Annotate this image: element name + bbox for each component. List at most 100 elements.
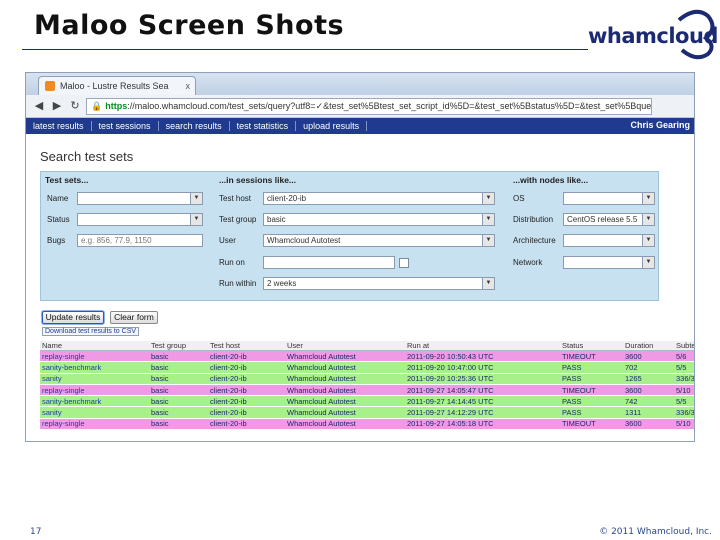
- architecture-label: Architecture: [513, 236, 556, 245]
- cell-user: Whamcloud Autotest: [285, 406, 405, 419]
- nav-test-sessions[interactable]: test sessions: [92, 121, 159, 131]
- results-table: Name Test group Test host User Run at St…: [40, 341, 694, 431]
- column-header[interactable]: Status: [560, 341, 623, 351]
- cell-group: basic: [149, 384, 208, 397]
- nav-latest-results[interactable]: latest results: [26, 121, 92, 131]
- column-header[interactable]: Test group: [149, 341, 208, 351]
- user-select[interactable]: Whamcloud Autotest ▼: [263, 234, 495, 247]
- cell-name[interactable]: replay-single: [40, 350, 149, 363]
- test-group-select[interactable]: basic ▼: [263, 213, 495, 226]
- test-host-select[interactable]: client-20-ib ▼: [263, 192, 495, 205]
- slide-title: Maloo Screen Shots: [34, 10, 345, 41]
- close-tab-icon[interactable]: x: [186, 81, 191, 91]
- forward-arrow-icon[interactable]: ▶: [50, 99, 64, 113]
- group-header-nodes: ...with nodes like...: [513, 175, 589, 185]
- cell-duration: 3600: [623, 418, 674, 431]
- name-select[interactable]: ▼: [77, 192, 203, 205]
- chevron-down-icon: ▼: [190, 193, 202, 204]
- cell-group: basic: [149, 395, 208, 408]
- table-row[interactable]: sanity basic client-20-ib Whamcloud Autotes…: [40, 406, 694, 419]
- cell-user: Whamcloud Autotest: [285, 418, 405, 431]
- cell-host: client-20-ib: [208, 350, 285, 363]
- cell-group: basic: [149, 350, 208, 363]
- cell-subtests: 5/5: [674, 395, 694, 408]
- cell-name[interactable]: replay-single: [40, 384, 149, 397]
- column-header[interactable]: User: [285, 341, 405, 351]
- column-header[interactable]: Duration: [623, 341, 674, 351]
- cell-host: client-20-ib: [208, 395, 285, 408]
- address-bar[interactable]: 🔒 https://maloo.whamcloud.com/test_sets/…: [86, 97, 652, 115]
- cell-group: basic: [149, 361, 208, 374]
- chevron-down-icon: ▼: [482, 235, 494, 246]
- chevron-down-icon: ▼: [642, 193, 654, 204]
- user-label: User: [219, 236, 236, 245]
- network-select[interactable]: ▼: [563, 256, 655, 269]
- test-group-value: basic: [267, 215, 286, 224]
- status-select[interactable]: ▼: [77, 213, 203, 226]
- cell-user: Whamcloud Autotest: [285, 384, 405, 397]
- table-row[interactable]: replay-single basic client-20-ib Whamcloud …: [40, 384, 694, 397]
- cell-name[interactable]: replay-single: [40, 418, 149, 431]
- browser-screenshot: Maloo - Lustre Results Sea x ◀ ▶ ↻ 🔒 htt…: [25, 72, 695, 442]
- chevron-down-icon: ▼: [642, 235, 654, 246]
- whamcloud-logo: whamcloud: [584, 4, 718, 60]
- group-header-test-sets: Test sets...: [45, 175, 89, 185]
- tab-title: Maloo - Lustre Results Sea: [60, 81, 169, 91]
- cell-name[interactable]: sanity-benchmark: [40, 361, 149, 374]
- chevron-down-icon: ▼: [642, 257, 654, 268]
- table-row[interactable]: sanity-benchmark basic client-20-ib Whamclo…: [40, 361, 694, 374]
- cell-name[interactable]: sanity: [40, 373, 149, 385]
- status-label: Status: [47, 215, 70, 224]
- download-csv-link[interactable]: Download test results to CSV: [42, 327, 140, 336]
- cell-status: PASS: [560, 406, 623, 419]
- cell-duration: 3600: [623, 350, 674, 363]
- column-header[interactable]: Subtests: [674, 341, 694, 351]
- column-header[interactable]: Test host: [208, 341, 285, 351]
- title-divider: [22, 49, 588, 50]
- reload-icon[interactable]: ↻: [68, 99, 82, 113]
- cell-status: PASS: [560, 361, 623, 374]
- run-on-input[interactable]: [263, 256, 395, 269]
- cell-run-at: 2011-09-20 10:47:00 UTC: [405, 361, 560, 374]
- table-row[interactable]: replay-single basic client-20-ib Whamcloud …: [40, 418, 694, 431]
- os-select[interactable]: ▼: [563, 192, 655, 205]
- column-header[interactable]: Name: [40, 341, 149, 351]
- run-on-label: Run on: [219, 258, 245, 267]
- cell-group: basic: [149, 406, 208, 419]
- nav-test-statistics[interactable]: test statistics: [230, 121, 297, 131]
- cell-host: client-20-ib: [208, 418, 285, 431]
- table-row[interactable]: sanity-benchmark basic client-20-ib Whamclo…: [40, 395, 694, 408]
- cell-user: Whamcloud Autotest: [285, 350, 405, 363]
- page-heading: Search test sets: [40, 149, 134, 164]
- os-label: OS: [513, 194, 525, 203]
- cell-host: client-20-ib: [208, 373, 285, 385]
- run-on-checkbox[interactable]: [399, 258, 409, 268]
- browser-tab[interactable]: Maloo - Lustre Results Sea x: [38, 76, 196, 95]
- architecture-select[interactable]: ▼: [563, 234, 655, 247]
- cell-status: PASS: [560, 373, 623, 385]
- copyright-notice: © 2011 Whamcloud, Inc.: [599, 527, 712, 537]
- run-within-select[interactable]: 2 weeks ▼: [263, 277, 495, 290]
- chevron-down-icon: ▼: [190, 214, 202, 225]
- slide-number: 17: [30, 527, 42, 537]
- nav-upload-results[interactable]: upload results: [296, 121, 368, 131]
- name-label: Name: [47, 194, 69, 203]
- clear-form-button[interactable]: Clear form: [110, 311, 158, 324]
- nav-search-results[interactable]: search results: [159, 121, 230, 131]
- cell-name[interactable]: sanity-benchmark: [40, 395, 149, 408]
- browser-toolbar: ◀ ▶ ↻ 🔒 https://maloo.whamcloud.com/test…: [26, 95, 694, 118]
- cell-duration: 3600: [623, 384, 674, 397]
- user-name[interactable]: Chris Gearing: [630, 120, 690, 130]
- cell-subtests: 336/336: [674, 373, 694, 385]
- distribution-label: Distribution: [513, 215, 554, 224]
- distribution-select[interactable]: CentOS release 5.5 ▼: [563, 213, 655, 226]
- table-row[interactable]: replay-single basic client-20-ib Whamcloud …: [40, 350, 694, 363]
- cell-name[interactable]: sanity: [40, 406, 149, 419]
- column-header[interactable]: Run at: [405, 341, 560, 351]
- user-value: Whamcloud Autotest: [267, 236, 341, 245]
- url-text: ://maloo.whamcloud.com/test_sets/query?u…: [127, 100, 652, 111]
- update-results-button[interactable]: Update results: [42, 311, 104, 324]
- bugs-input[interactable]: e.g. 856, 77.9, 1150: [77, 234, 203, 247]
- table-row[interactable]: sanity basic client-20-ib Whamcloud Autotes…: [40, 373, 694, 385]
- back-arrow-icon[interactable]: ◀: [32, 99, 46, 113]
